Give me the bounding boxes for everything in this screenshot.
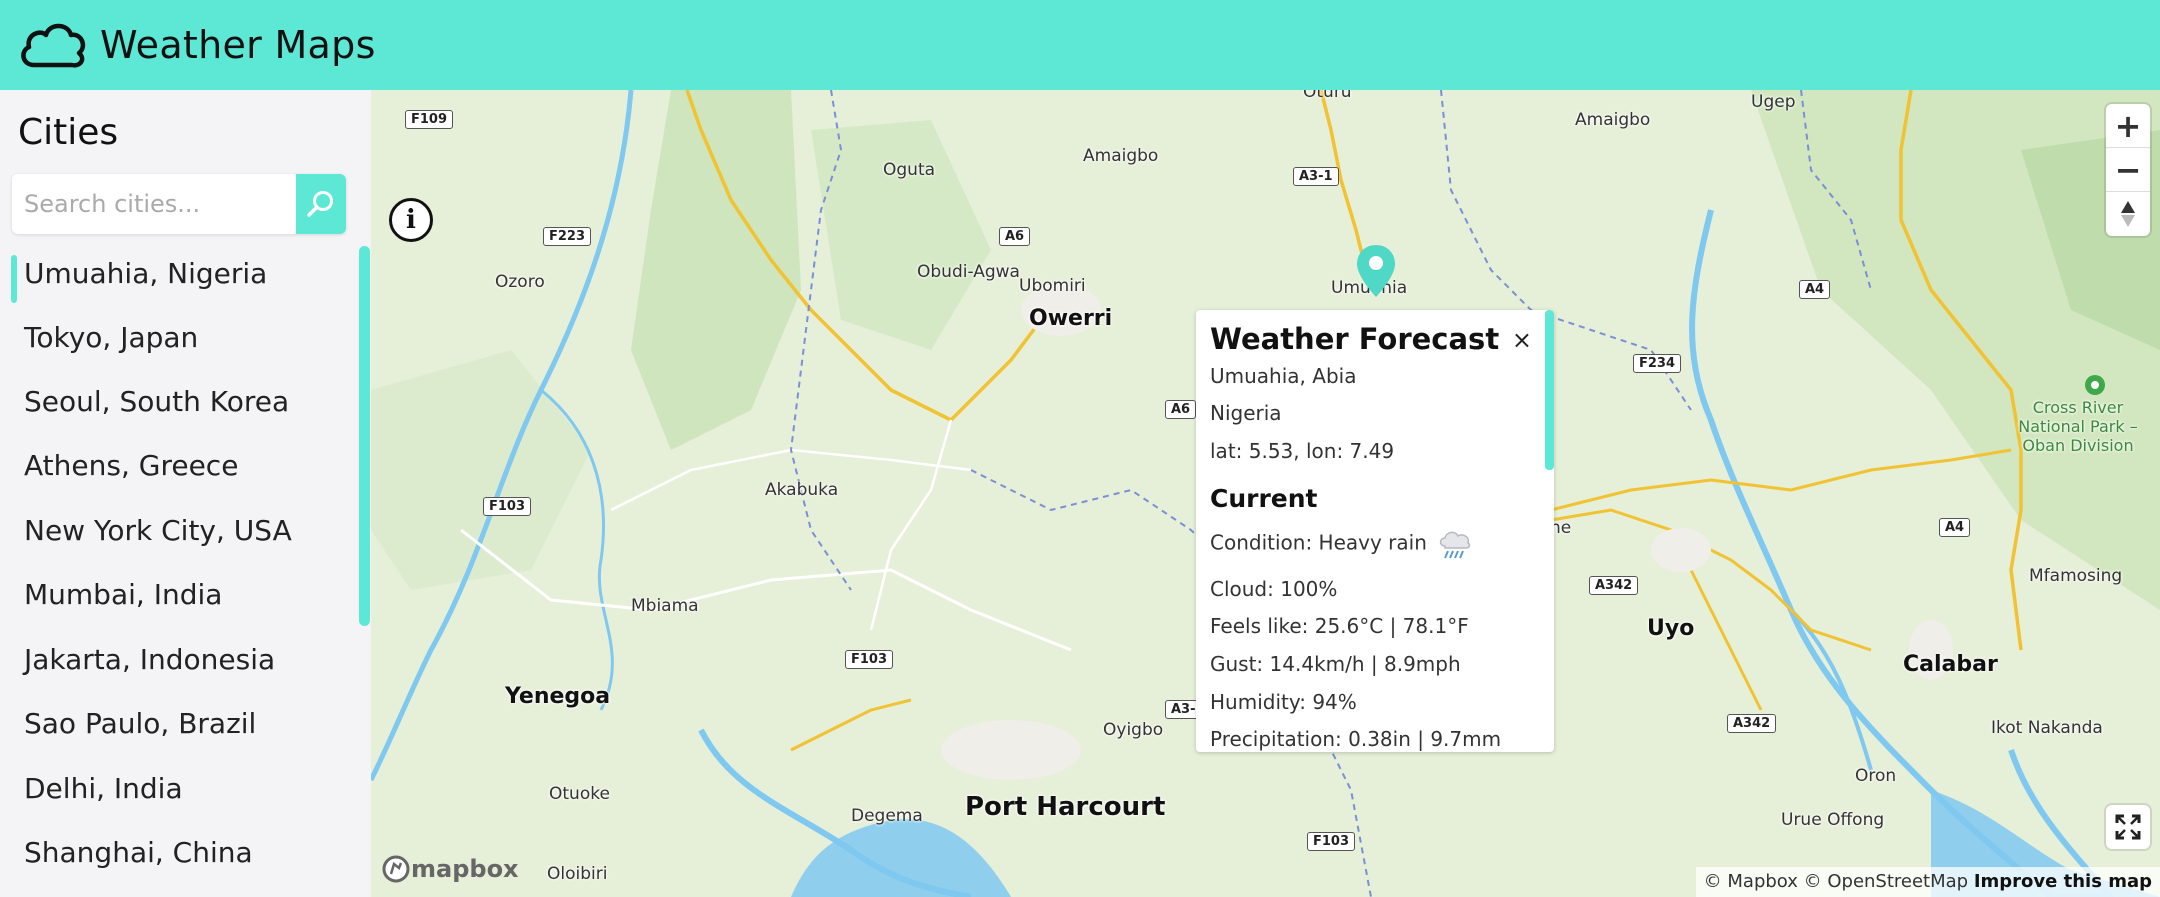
popup-coordinates: lat: 5.53, lon: 7.49 xyxy=(1210,439,1395,463)
city-item-athens[interactable]: Athens, Greece xyxy=(24,449,238,482)
popup-scrollbar[interactable] xyxy=(1545,310,1554,470)
road-shield-a342-south: A342 xyxy=(1727,714,1777,733)
popup-location: Umuahia, Abia xyxy=(1210,364,1357,388)
map-label-oyigbo: Oyigbo xyxy=(1103,720,1164,740)
sidebar: Cities Umuahia, Nigeria Tokyo, Japan Seo… xyxy=(0,90,371,897)
road-shield-f223: F223 xyxy=(543,227,592,246)
map-label-calabar: Calabar xyxy=(1903,652,1998,677)
zoom-in-button[interactable]: + xyxy=(2106,104,2150,148)
map-label-national-park: Cross River National Park – Oban Divisio… xyxy=(2018,398,2138,455)
road-shield-a6-east: A6 xyxy=(1165,400,1197,419)
city-item-shanghai[interactable]: Shanghai, China xyxy=(24,836,253,869)
popup-country: Nigeria xyxy=(1210,401,1282,425)
map-label-ugep: Ugep xyxy=(1751,92,1796,112)
map-label-obudi-agwa: Obudi-Agwa xyxy=(917,262,1020,282)
search-button[interactable] xyxy=(296,174,346,234)
map-label-degema: Degema xyxy=(851,806,923,826)
zoom-controls: + − xyxy=(2106,104,2150,236)
road-shield-f109: F109 xyxy=(405,110,454,129)
map-label-owerri: Owerri xyxy=(1029,306,1113,331)
heavy-rain-icon xyxy=(1439,531,1471,559)
map-label-mbiama: Mbiama xyxy=(631,596,699,616)
road-shield-f103: F103 xyxy=(483,497,532,516)
road-shield-a342: A342 xyxy=(1589,576,1639,595)
popup-close-button[interactable]: × xyxy=(1512,326,1532,354)
weather-popup: Weather Forecast × Umuahia, Abia Nigeria… xyxy=(1196,310,1554,752)
popup-precipitation: Precipitation: 0.38in | 9.7mm xyxy=(1210,727,1502,751)
road-shield-a6: A6 xyxy=(999,227,1031,246)
attribution-text[interactable]: © Mapbox © OpenStreetMap xyxy=(1704,871,1968,892)
compass-button[interactable] xyxy=(2106,192,2150,236)
map-label-uyo: Uyo xyxy=(1647,616,1695,641)
map-label-oron: Oron xyxy=(1855,766,1897,786)
city-item-new-york[interactable]: New York City, USA xyxy=(24,514,292,547)
map-label-port-harcourt: Port Harcourt xyxy=(965,792,1166,822)
mapbox-logo[interactable]: mapbox xyxy=(381,854,519,884)
map-label-oguta: Oguta xyxy=(883,160,936,180)
app-header: Weather Maps xyxy=(0,0,2160,90)
location-marker-icon[interactable] xyxy=(1355,243,1397,299)
road-shield-a4: A4 xyxy=(1799,280,1831,299)
popup-condition: Condition: Heavy rain xyxy=(1210,528,1473,560)
city-item-delhi[interactable]: Delhi, India xyxy=(24,772,183,805)
search-icon xyxy=(307,191,333,217)
city-item-mumbai[interactable]: Mumbai, India xyxy=(24,578,222,611)
map-label-otuoke: Otuoke xyxy=(549,784,610,804)
compass-icon xyxy=(2121,201,2135,227)
road-shield-a4-south: A4 xyxy=(1939,518,1971,537)
road-shield-f103-south: F103 xyxy=(845,650,894,669)
map-label-oturu: Oturu xyxy=(1303,90,1352,102)
fullscreen-button[interactable] xyxy=(2106,805,2150,849)
city-list-scrollbar[interactable] xyxy=(359,246,370,626)
city-item-umuahia[interactable]: Umuahia, Nigeria xyxy=(10,255,267,303)
popup-humidity: Humidity: 94% xyxy=(1210,690,1357,714)
popup-gust: Gust: 14.4km/h | 8.9mph xyxy=(1210,652,1461,676)
mapbox-logo-icon xyxy=(382,855,410,883)
popup-feels-like: Feels like: 25.6°C | 78.1°F xyxy=(1210,614,1469,638)
city-list: Umuahia, Nigeria Tokyo, Japan Seoul, Sou… xyxy=(0,245,371,897)
map-label-ikot-nakanda: Ikot Nakanda xyxy=(1991,718,2103,738)
city-item-sao-paulo[interactable]: Sao Paulo, Brazil xyxy=(24,707,256,740)
map-label-yenegoa: Yenegoa xyxy=(505,684,611,709)
map-info-button[interactable]: i xyxy=(389,198,433,242)
road-shield-a3-1: A3-1 xyxy=(1293,167,1339,186)
mapbox-logo-text: mapbox xyxy=(411,855,519,883)
city-item-jakarta[interactable]: Jakarta, Indonesia xyxy=(24,643,275,676)
city-item-seoul[interactable]: Seoul, South Korea xyxy=(24,385,289,418)
sidebar-title: Cities xyxy=(18,112,119,153)
fullscreen-icon xyxy=(2115,814,2141,840)
map-attribution: © Mapbox © OpenStreetMap Improve this ma… xyxy=(1695,867,2160,897)
city-item-tokyo[interactable]: Tokyo, Japan xyxy=(24,321,198,354)
search-box xyxy=(12,174,346,234)
map-label-oloibiri: Oloibiri xyxy=(547,864,608,884)
road-shield-f103-east: F103 xyxy=(1307,832,1356,851)
popup-section-title: Current xyxy=(1210,484,1318,513)
popup-cloud: Cloud: 100% xyxy=(1210,577,1338,601)
map-label-akabuka: Akabuka xyxy=(765,480,839,500)
map-label-amaigbo-east: Amaigbo xyxy=(1575,110,1651,130)
map-label-ozoro: Ozoro xyxy=(495,272,545,292)
map-canvas[interactable]: Oguta Amaigbo Amaigbo Ugep Oturu Obudi-A… xyxy=(371,90,2160,897)
zoom-out-button[interactable]: − xyxy=(2106,148,2150,192)
map-label-mfamosing: Mfamosing xyxy=(2029,566,2123,586)
app-title: Weather Maps xyxy=(100,23,376,67)
popup-title: Weather Forecast xyxy=(1210,322,1500,356)
map-label-urue-offong: Urue Offong xyxy=(1781,810,1885,830)
road-shield-f234: F234 xyxy=(1633,354,1682,373)
search-input[interactable] xyxy=(12,174,296,234)
improve-map-link[interactable]: Improve this map xyxy=(1974,871,2152,892)
map-label-amaigbo: Amaigbo xyxy=(1083,146,1159,166)
map-label-ubomiri: Ubomiri xyxy=(1019,276,1086,296)
popup-condition-text: Condition: Heavy rain xyxy=(1210,530,1427,555)
cloud-icon xyxy=(21,23,86,68)
